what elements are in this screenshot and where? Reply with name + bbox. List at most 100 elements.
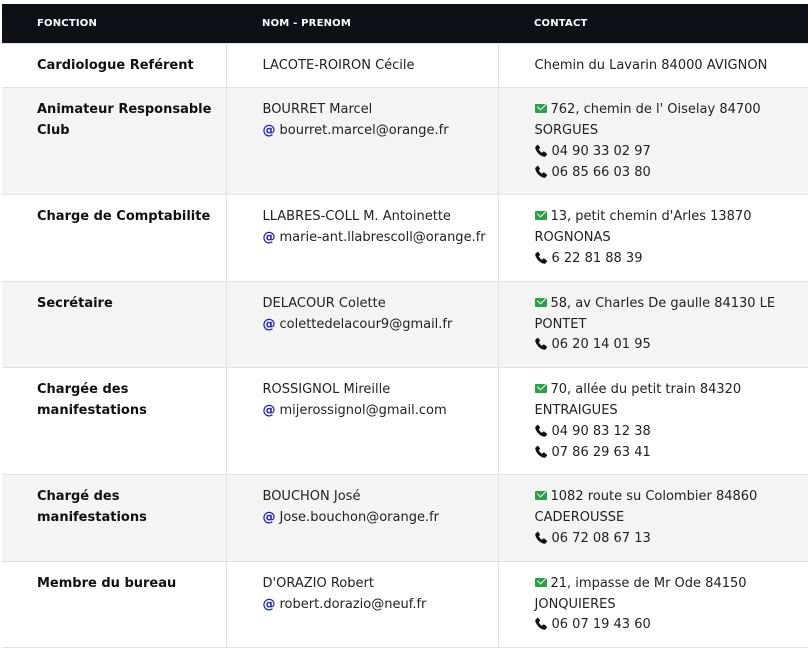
fonction-cell: Charge de Comptabilite	[2, 194, 226, 282]
email-link[interactable]: marie-ant.llabrescoll@orange.fr	[280, 230, 486, 245]
at-icon: @	[262, 596, 276, 612]
header-contact: CONTACT	[534, 17, 588, 29]
phone-line: 6 22 81 88 39	[534, 249, 799, 270]
member-name: LACOTE-ROIRON Cécile	[262, 57, 415, 73]
address-text: 21, impasse de Mr Ode 84150 JONQUIERES	[534, 575, 747, 612]
name-cell: BOURRET Marcel @ bourret.marcel@orange.fr	[225, 87, 498, 195]
envelope-icon	[534, 297, 547, 307]
phone-number: 6 22 81 88 39	[551, 251, 643, 267]
name-cell: ROSSIGNOL Mireille @ mijerossignol@gmail.c…	[225, 367, 498, 475]
email-line: @ colettedelacour9@gmail.fr	[263, 315, 488, 336]
table-row: Animateur Responsable Club BOURRET Marcel…	[2, 87, 808, 195]
header-nom-prenom: NOM - PRENOM	[262, 17, 352, 29]
phone-number: 04 90 83 12 38	[551, 423, 651, 439]
at-icon: @	[262, 510, 276, 526]
address-text: Chemin du Lavarin 84000 AVIGNON	[534, 57, 768, 73]
table-row: Membre du bureau D'ORAZIO Robert @ robert.d…	[2, 560, 808, 649]
fonction-cell: Cardiologue Reférent	[2, 42, 226, 88]
envelope-icon	[534, 577, 547, 587]
phone-line: 06 07 19 43 60	[534, 615, 799, 636]
phone-icon	[534, 337, 548, 351]
table-row: Cardiologue Reférent LACOTE-ROIRON Cécile…	[2, 42, 808, 88]
phone-line: 07 86 29 63 41	[534, 443, 799, 464]
phone-number: 06 72 08 67 13	[551, 531, 651, 547]
phone-line: 04 90 83 12 38	[534, 422, 799, 443]
contact-cell: 70, allée du petit train 84320 ENTRAIGUE…	[497, 367, 808, 475]
email-line: @ bourret.marcel@orange.fr	[263, 121, 488, 142]
phone-line: 06 85 66 03 80	[534, 163, 799, 184]
bureau-table: FONCTION NOM - PRENOM CONTACT Cardiologu…	[2, 4, 808, 649]
member-name: DELACOUR Colette	[262, 295, 386, 311]
phone-icon	[534, 445, 548, 458]
envelope-icon	[534, 384, 547, 394]
member-name: BOURRET Marcel	[262, 102, 373, 118]
phone-icon	[534, 531, 548, 544]
name-cell: D'ORAZIO Robert @ robert.dorazio@neuf.fr	[225, 560, 498, 649]
email-line: @ marie-ant.llabrescoll@orange.fr	[263, 228, 488, 249]
address-text: 762, chemin de l' Oiselay 84700 SORGUES	[534, 102, 761, 139]
email-line: @ mijerossignol@gmail.com	[263, 401, 488, 422]
fonction-cell: Chargée des manifestations	[2, 367, 226, 475]
table-row: Chargée des manifestations ROSSIGNOL Mire…	[2, 367, 808, 475]
at-icon: @	[262, 316, 276, 332]
email-link[interactable]: Jose.bouchon@orange.fr	[280, 510, 440, 525]
phone-line: 06 72 08 67 13	[534, 529, 799, 550]
address-line: 1082 route su Colombier 84860 CADEROUSSE	[534, 487, 799, 529]
contact-cell: 762, chemin de l' Oiselay 84700 SORGUES 0…	[497, 87, 808, 195]
phone-icon	[534, 165, 548, 178]
email-line: @ Jose.bouchon@orange.fr	[263, 508, 488, 529]
header-fonction: FONCTION	[37, 17, 98, 29]
address-text: 13, petit chemin d'Arles 13870 ROGNONAS	[534, 209, 752, 246]
at-icon: @	[262, 230, 276, 246]
phone-line: 04 90 33 02 97	[534, 142, 799, 163]
phone-icon	[534, 424, 548, 437]
at-icon: @	[262, 403, 276, 419]
contact-cell: Chemin du Lavarin 84000 AVIGNON	[497, 42, 808, 88]
email-link[interactable]: robert.dorazio@neuf.fr	[280, 597, 427, 612]
fonction-cell: Membre du bureau	[2, 560, 226, 649]
address-line: 21, impasse de Mr Ode 84150 JONQUIERES	[534, 574, 799, 616]
phone-icon	[534, 251, 548, 264]
name-cell: LLABRES-COLL M. Antoinette @ marie-ant.lla…	[225, 194, 498, 282]
member-name: D'ORAZIO Robert	[262, 575, 374, 591]
table-row: Chargé des manifestations BOUCHON José @ Jo…	[2, 474, 808, 562]
phone-number: 04 90 33 02 97	[551, 143, 651, 159]
email-link[interactable]: mijerossignol@gmail.com	[280, 403, 447, 418]
table-header: FONCTION NOM - PRENOM CONTACT	[2, 4, 808, 43]
phone-number: 06 07 19 43 60	[551, 617, 651, 633]
envelope-icon	[534, 491, 547, 501]
address-text: 70, allée du petit train 84320 ENTRAIGUE…	[534, 382, 742, 419]
address-line: Chemin du Lavarin 84000 AVIGNON	[535, 56, 799, 77]
phone-number: 07 86 29 63 41	[551, 444, 651, 460]
address-text: 1082 route su Colombier 84860 CADEROUSSE	[534, 489, 758, 526]
table-body: Cardiologue Reférent LACOTE-ROIRON Cécile…	[2, 42, 808, 649]
address-line: 13, petit chemin d'Arles 13870 ROGNONAS	[534, 207, 799, 249]
member-name: LLABRES-COLL M. Antoinette	[262, 209, 451, 225]
address-line: 58, av Charles De gaulle 84130 LE PONTET	[534, 294, 799, 336]
email-link[interactable]: colettedelacour9@gmail.fr	[280, 317, 453, 332]
email-link[interactable]: bourret.marcel@orange.fr	[280, 123, 449, 138]
address-line: 762, chemin de l' Oiselay 84700 SORGUES	[534, 100, 799, 142]
phone-icon	[534, 144, 548, 157]
member-name: ROSSIGNOL Mireille	[262, 382, 391, 398]
fonction-cell: Animateur Responsable Club	[2, 87, 226, 195]
contact-cell: 21, impasse de Mr Ode 84150 JONQUIERES 06…	[497, 560, 808, 649]
contact-cell: 58, av Charles De gaulle 84130 LE PONTET…	[497, 280, 808, 368]
member-name: BOUCHON José	[262, 489, 361, 505]
name-cell: LACOTE-ROIRON Cécile	[225, 42, 498, 88]
at-icon: @	[262, 123, 276, 139]
contact-cell: 1082 route su Colombier 84860 CADEROUSSE…	[497, 474, 808, 562]
phone-icon	[534, 617, 548, 631]
envelope-icon	[534, 211, 547, 221]
fonction-cell: Chargé des manifestations	[2, 474, 226, 562]
phone-number: 06 85 66 03 80	[551, 164, 651, 180]
table-row: Charge de Comptabilite LLABRES-COLL M. An…	[2, 194, 808, 282]
address-line: 70, allée du petit train 84320 ENTRAIGUE…	[534, 380, 799, 422]
contact-cell: 13, petit chemin d'Arles 13870 ROGNONAS 6…	[497, 194, 808, 282]
table-row: Secrétaire DELACOUR Colette @ colettedelaco…	[2, 280, 808, 368]
name-cell: BOUCHON José @ Jose.bouchon@orange.fr	[225, 474, 498, 562]
email-line: @ robert.dorazio@neuf.fr	[263, 595, 488, 616]
address-text: 58, av Charles De gaulle 84130 LE PONTET	[534, 295, 776, 332]
phone-line: 06 20 14 01 95	[534, 335, 799, 356]
phone-number: 06 20 14 01 95	[551, 337, 651, 353]
